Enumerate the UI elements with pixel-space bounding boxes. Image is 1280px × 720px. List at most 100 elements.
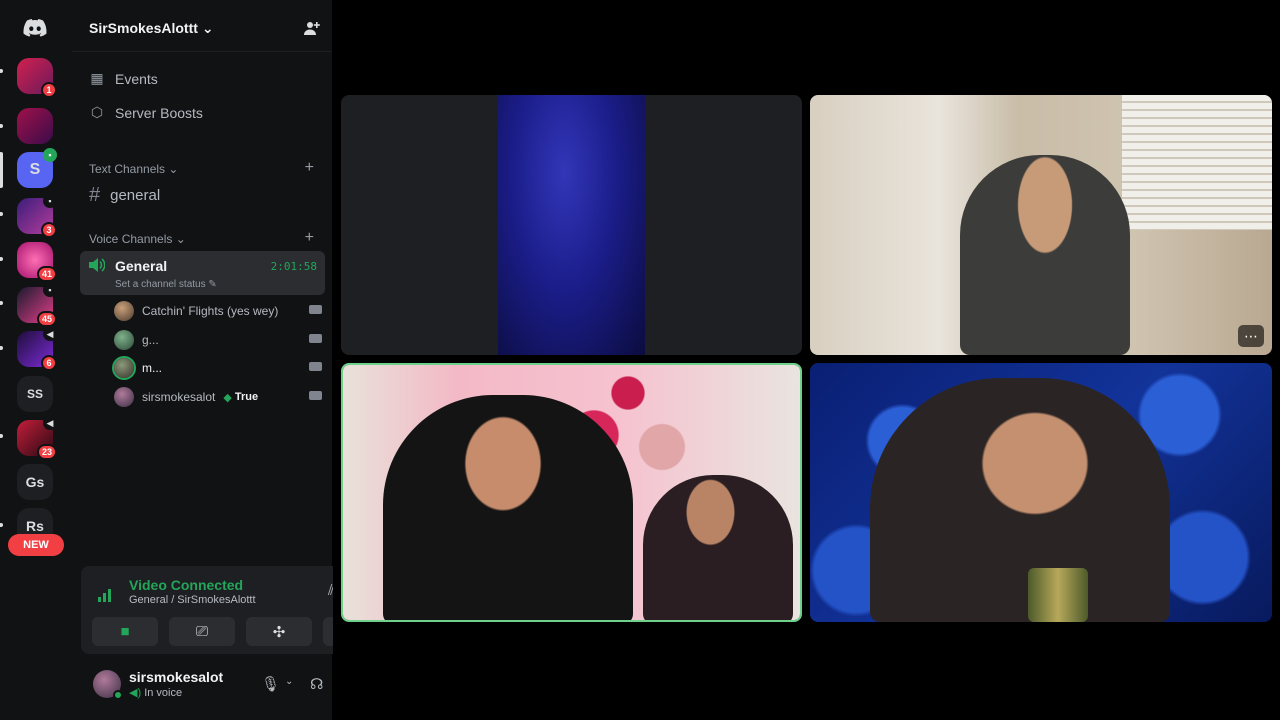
server-name[interactable]: SirSmokesAlottt ⌄ — [89, 20, 214, 37]
server-initials: SS — [26, 387, 43, 401]
camera-icon — [309, 362, 322, 371]
call-duration: 2:01:58 — [270, 260, 317, 273]
pencil-icon: ✎ — [208, 279, 217, 290]
voice-channel-general[interactable]: General 2:01:58 Set a channel status ✎ — [80, 251, 325, 295]
unread-indicator — [0, 346, 3, 350]
server-icon[interactable]: SS — [17, 376, 53, 412]
video-camera-icon: ■ — [120, 623, 130, 640]
server-icon[interactable]: ◀ 6 — [17, 327, 57, 371]
calendar-icon: ▦ — [90, 70, 104, 86]
channel-general-text[interactable]: # general — [89, 184, 160, 207]
hashtag-icon: # — [89, 184, 101, 206]
camera-button[interactable]: ■ — [92, 617, 158, 646]
server-icon[interactable]: 1 — [17, 58, 57, 98]
text-channels-category[interactable]: Text Channels ⌄ — [89, 162, 178, 176]
mention-badge: 6 — [41, 355, 57, 371]
person-silhouette — [383, 395, 633, 620]
avatar — [114, 330, 134, 350]
person-silhouette — [960, 155, 1130, 355]
screen-share-icon: ⎚ — [195, 623, 208, 640]
unread-indicator — [0, 69, 3, 73]
server-boosts-label: Server Boosts — [115, 104, 203, 121]
new-servers-pill[interactable]: NEW — [8, 534, 64, 556]
server-icon[interactable]: ◀ 23 — [17, 416, 57, 460]
microphone-icon[interactable]: 🎙︎ — [261, 675, 280, 693]
voice-channel-name: General — [115, 258, 168, 274]
speaker-icon: ◀ — [43, 416, 57, 430]
mention-badge: 1 — [41, 82, 57, 98]
video-icon: ▪ — [43, 194, 57, 208]
chevron-down-icon: ⌄ — [175, 232, 186, 246]
screen-share-button[interactable]: ⎚ — [169, 617, 235, 646]
boost-gem-icon: ⬡ — [90, 104, 104, 120]
person-silhouette — [870, 378, 1170, 622]
server-icon[interactable] — [17, 108, 53, 144]
server-rail: 1 S ▪ ▪ 3 41 ▪ 45 ◀ 6 SS ◀ 23 Gs Rs NEW — [0, 0, 72, 720]
events-label: Events — [115, 70, 158, 87]
server-initials: Rs — [26, 518, 44, 534]
channel-status-button[interactable]: Set a channel status ✎ — [115, 279, 217, 290]
member-name: g... — [142, 333, 159, 347]
activities-button[interactable]: ✣ — [246, 617, 312, 646]
discord-home-button[interactable] — [17, 10, 53, 46]
person-add-icon[interactable] — [304, 20, 320, 40]
unread-indicator — [0, 257, 3, 261]
voice-member[interactable]: m... — [114, 357, 322, 379]
video-icon: ▪ — [43, 283, 57, 297]
server-icon[interactable]: 41 — [17, 242, 57, 282]
voice-member[interactable]: g... — [114, 329, 322, 351]
video-tile[interactable] — [341, 95, 802, 355]
create-channel-plus-icon[interactable]: + — [305, 159, 314, 177]
voice-member[interactable]: Catchin' Flights (yes wey) — [114, 300, 322, 322]
unread-indicator — [0, 124, 3, 128]
member-name: sirsmokesalot — [142, 390, 216, 404]
username[interactable]: sirsmokesalot — [129, 669, 223, 685]
person-silhouette — [643, 475, 793, 620]
connection-status[interactable]: Video Connected — [129, 577, 243, 593]
camera-icon — [309, 305, 322, 314]
unread-indicator — [0, 301, 3, 305]
voice-member[interactable]: sirsmokesalot ◆ True — [114, 386, 322, 408]
server-icon[interactable]: Gs — [17, 464, 53, 500]
channel-sidebar: SirSmokesAlottt ⌄ ▦ Events ⬡ Server Boos… — [72, 0, 396, 720]
window-blinds — [1122, 95, 1272, 230]
avatar — [114, 358, 134, 378]
gem-icon: ◆ — [223, 391, 232, 404]
headphones-icon[interactable]: ☊ — [310, 675, 323, 693]
server-icon[interactable]: ▪ 3 — [17, 194, 57, 238]
server-boosts-link[interactable]: ⬡ Server Boosts — [89, 104, 203, 121]
unread-indicator — [0, 212, 3, 216]
mention-badge: 3 — [41, 222, 57, 238]
speaker-icon — [89, 258, 106, 275]
voice-channels-category[interactable]: Voice Channels ⌄ — [89, 232, 186, 246]
mention-badge: 23 — [36, 444, 57, 460]
avatar — [114, 387, 134, 407]
speaker-icon: ◀) — [129, 687, 142, 699]
mention-badge: 45 — [36, 311, 57, 327]
connection-location[interactable]: General / SirSmokesAlottt — [129, 594, 256, 606]
video-icon: ▪ — [43, 148, 57, 162]
server-header[interactable]: SirSmokesAlottt ⌄ — [72, 0, 332, 52]
events-link[interactable]: ▦ Events — [89, 70, 158, 87]
more-options-icon[interactable]: ⋯ — [1238, 325, 1264, 347]
signal-icon[interactable] — [92, 580, 120, 608]
discord-logo-icon — [23, 19, 47, 37]
video-feed — [498, 95, 645, 355]
video-tile-speaking[interactable] — [341, 363, 802, 622]
server-icon[interactable]: ▪ 45 — [17, 283, 57, 327]
avatar — [114, 301, 134, 321]
user-status: ◀) In voice — [129, 687, 183, 699]
activities-icon: ✣ — [272, 623, 286, 641]
online-status-dot — [113, 690, 123, 700]
server-initials: S — [29, 161, 41, 178]
chevron-down-icon: ⌄ — [201, 20, 214, 36]
member-tag: ◆ True — [223, 391, 259, 404]
server-initials: Gs — [25, 474, 45, 490]
chevron-down-icon: ⌄ — [168, 162, 179, 176]
video-tile[interactable]: ⋯ — [810, 95, 1272, 355]
unread-indicator — [0, 434, 3, 438]
video-tile[interactable] — [810, 363, 1272, 622]
server-icon-active[interactable]: S ▪ — [17, 148, 57, 188]
chevron-down-icon[interactable]: ⌄ — [285, 676, 293, 687]
create-channel-plus-icon[interactable]: + — [305, 229, 314, 247]
